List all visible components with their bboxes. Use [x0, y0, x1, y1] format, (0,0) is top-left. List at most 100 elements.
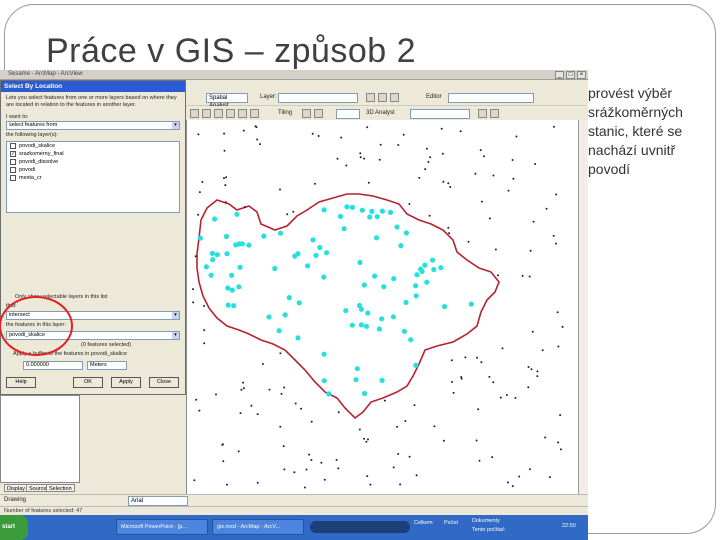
- media-player-bar[interactable]: [310, 521, 410, 533]
- layer-name: povodi_dissolve: [19, 159, 59, 165]
- tab-display[interactable]: Display: [4, 484, 29, 492]
- tiling-label[interactable]: Tiling: [278, 110, 292, 116]
- station-point: [366, 126, 369, 129]
- selected-station-point: [349, 322, 355, 328]
- analyst-3d-label[interactable]: 3D Analyst: [366, 110, 395, 116]
- station-point: [369, 483, 372, 486]
- clear-selection-icon[interactable]: [314, 109, 323, 118]
- vertical-scrollbar[interactable]: [578, 120, 588, 494]
- station-point: [255, 126, 258, 129]
- station-point: [555, 193, 558, 196]
- station-point: [197, 213, 200, 216]
- editor-label[interactable]: Editor: [426, 94, 442, 100]
- station-point: [223, 149, 226, 152]
- buffer-unit-dropdown[interactable]: Meters: [87, 361, 127, 370]
- station-point: [399, 483, 402, 486]
- fly-icon[interactable]: [478, 109, 487, 118]
- layer-checkbox[interactable]: [10, 167, 16, 173]
- scale-dropdown[interactable]: [336, 109, 360, 119]
- map-view[interactable]: [186, 120, 578, 494]
- station-point: [268, 388, 271, 391]
- station-point: [222, 460, 225, 463]
- tab-selection[interactable]: Selection: [46, 484, 75, 492]
- analyst-3d-layer-dropdown[interactable]: [410, 109, 470, 119]
- start-button[interactable]: start: [0, 515, 28, 540]
- new-icon[interactable]: [190, 109, 199, 118]
- select-features-icon[interactable]: [302, 109, 311, 118]
- layer-item[interactable]: ✓ srazkomerny_final: [7, 150, 179, 158]
- globe-icon[interactable]: [250, 109, 259, 118]
- selection-method-dropdown[interactable]: select features from ▾: [6, 121, 180, 130]
- station-point: [363, 437, 365, 440]
- dialog-description: Lets you select features from one or mor…: [6, 95, 177, 108]
- station-point: [242, 129, 245, 132]
- tray-documents[interactable]: Dokumenty: [472, 518, 500, 524]
- station-point: [424, 168, 427, 171]
- station-point: [506, 481, 509, 484]
- layer-item[interactable]: povodi: [7, 166, 179, 174]
- tray-my-computer[interactable]: Tento počítač: [472, 527, 505, 533]
- navigate-icon[interactable]: [490, 109, 499, 118]
- table-of-contents[interactable]: [0, 395, 80, 483]
- layer-checkbox[interactable]: [10, 143, 16, 149]
- selected-station-point: [363, 323, 369, 329]
- station-point: [198, 191, 201, 194]
- selected-station-point: [376, 326, 382, 332]
- station-point: [530, 368, 533, 371]
- selected-station-point: [408, 337, 414, 343]
- layer-checkbox[interactable]: [10, 159, 16, 165]
- layer-item[interactable]: povodi_dissolve: [7, 158, 179, 166]
- task-dropdown[interactable]: [448, 93, 534, 103]
- apply-button[interactable]: Apply: [111, 377, 141, 388]
- drawing-menu[interactable]: Drawing: [4, 497, 26, 503]
- selected-station-point: [321, 378, 327, 384]
- font-dropdown[interactable]: Arial: [128, 496, 188, 506]
- station-point: [527, 386, 530, 389]
- help-button[interactable]: Help: [6, 377, 36, 388]
- selected-station-point: [210, 257, 216, 263]
- layer-item[interactable]: mesta_cr: [7, 174, 179, 182]
- station-point: [192, 288, 194, 291]
- zoom-in-icon[interactable]: [366, 93, 375, 102]
- layer-checkbox[interactable]: ✓: [10, 151, 16, 157]
- taskbar-item-arcmap[interactable]: gis.mxd - ArcMap - ArcV...: [212, 519, 304, 535]
- station-point: [557, 345, 560, 348]
- open-icon[interactable]: [202, 109, 211, 118]
- selected-station-point: [356, 302, 363, 309]
- spatial-analyst-dropdown[interactable]: Spatial Analyst: [206, 93, 248, 109]
- station-point: [408, 455, 411, 458]
- buffer-distance-input[interactable]: 0.000000: [23, 361, 83, 370]
- taskbar-item-powerpoint[interactable]: Microsoft PowerPoint - [p...: [116, 519, 208, 535]
- save-icon[interactable]: [214, 109, 223, 118]
- layer-item[interactable]: povodi_skalice: [7, 142, 179, 150]
- layer-dropdown[interactable]: [278, 93, 358, 103]
- station-point: [556, 311, 559, 314]
- station-point: [300, 407, 303, 410]
- clock: 22:50: [562, 523, 576, 529]
- pan-icon[interactable]: [390, 93, 399, 102]
- map-canvas[interactable]: [187, 120, 579, 494]
- station-point: [363, 157, 366, 160]
- station-point: [559, 448, 562, 451]
- print-icon[interactable]: [226, 109, 235, 118]
- selected-station-point: [422, 262, 428, 268]
- selected-station-point: [276, 328, 282, 334]
- layer-name: srazkomerny_final: [19, 151, 64, 157]
- zoom-out-icon[interactable]: [378, 93, 387, 102]
- station-point: [474, 172, 477, 175]
- selected-station-point: [225, 285, 231, 291]
- station-point: [203, 342, 206, 345]
- layer-checkbox[interactable]: [10, 175, 16, 181]
- maximize-button[interactable]: □: [566, 71, 575, 79]
- selected-station-point: [413, 283, 419, 289]
- station-point: [475, 439, 478, 442]
- station-point: [413, 404, 416, 407]
- selected-station-point: [354, 366, 360, 372]
- close-button[interactable]: Close: [149, 377, 179, 388]
- close-window-button[interactable]: ×: [577, 71, 586, 79]
- station-point: [442, 180, 445, 183]
- minimize-button[interactable]: _: [555, 71, 564, 79]
- identify-icon[interactable]: [238, 109, 247, 118]
- ok-button[interactable]: OK: [73, 377, 103, 388]
- station-point: [256, 413, 259, 416]
